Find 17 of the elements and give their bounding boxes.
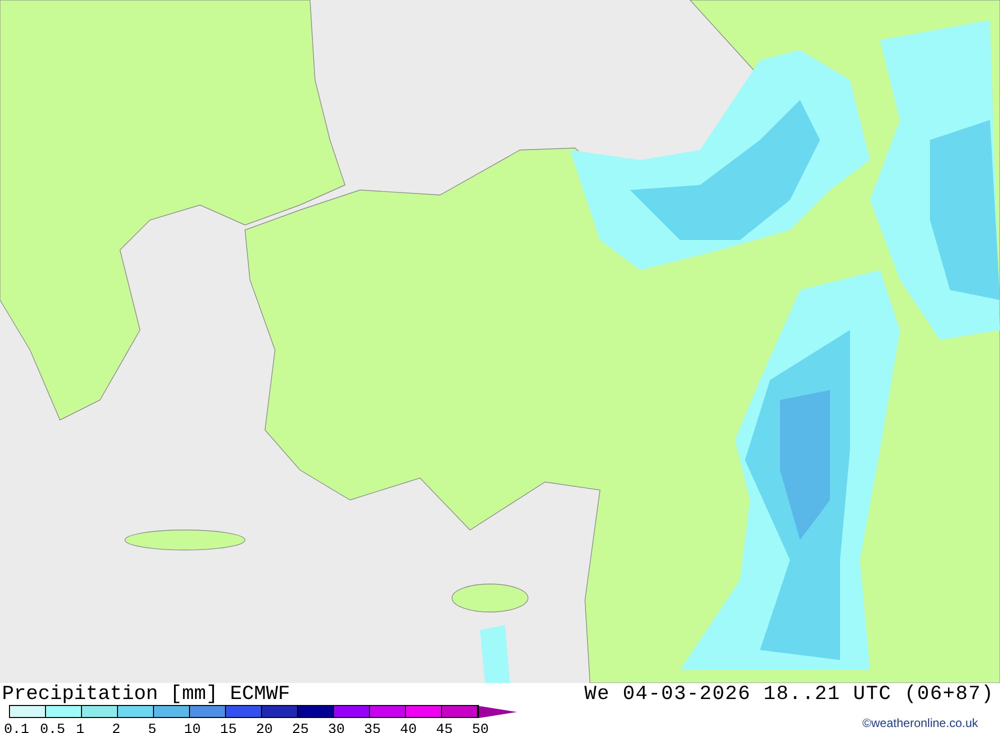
legend-label: 0.1 (4, 722, 30, 733)
legend-label: 40 (400, 722, 417, 733)
legend-label: 10 (184, 722, 201, 733)
credit-text: ©weatheronline.co.uk (862, 716, 978, 730)
legend-label: 30 (328, 722, 345, 733)
legend-label: 35 (364, 722, 381, 733)
legend-label: 0.5 (40, 722, 66, 733)
legend-label: 50 (472, 722, 489, 733)
legend-label: 1 (76, 722, 84, 733)
legend-label: 5 (148, 722, 156, 733)
legend-label: 15 (220, 722, 237, 733)
legend-label: 20 (256, 722, 273, 733)
legend-label: 2 (112, 722, 120, 733)
map-title: Precipitation [mm] ECMWF (2, 683, 290, 707)
legend-label: 25 (292, 722, 309, 733)
legend-label: 45 (436, 722, 453, 733)
valid-time: We 04-03-2026 18..21 UTC (06+87) (584, 683, 994, 707)
